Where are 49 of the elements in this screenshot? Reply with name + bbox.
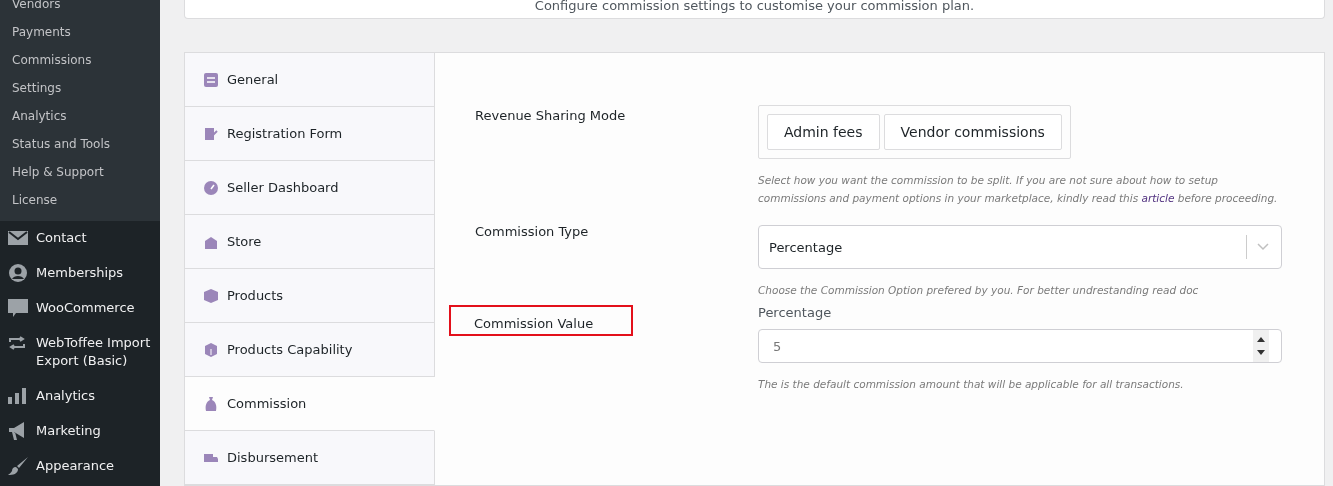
paintbrush-icon [8, 457, 28, 475]
settings-tab[interactable]: Products Capability [185, 323, 435, 377]
submenu-item[interactable]: Payments [0, 18, 160, 46]
field-label: Commission Type [475, 223, 589, 240]
settings-tab[interactable]: Registration Form [185, 107, 435, 161]
submenu-item[interactable]: Help & Support [0, 158, 160, 186]
settings-tab[interactable]: Products [185, 269, 435, 323]
help-text: Select how you want the commission to be split. If you are not sure about how to setup commissions and payment options in your marketplace, kindly read this article before proceeding. [758, 173, 1279, 206]
menu-item[interactable]: Analytics [0, 379, 160, 414]
menu-item[interactable]: WooCommerce [0, 291, 160, 326]
settings-tab[interactable]: Disbursement [185, 431, 435, 485]
number-input[interactable]: 5 [758, 329, 1282, 363]
tab-icon [204, 72, 218, 87]
menu-item[interactable]: Appearance [0, 449, 160, 484]
submenu-item[interactable]: Status and Tools [0, 130, 160, 158]
help-text: The is the default commission amount that will be applicable for all transactions. [758, 377, 1185, 392]
menu-item[interactable]: WebToffee Import Export (Basic) [0, 326, 160, 379]
spinner-arrows-icon [1253, 330, 1269, 362]
article-link[interactable]: article [1141, 192, 1175, 204]
tab-icon [204, 396, 218, 411]
tab-icon [204, 234, 218, 249]
field-label: Commission Value [451, 307, 632, 334]
input-label: Percentage [758, 305, 833, 320]
header-subtitle: Configure commission settings to customise your commission plan. [533, 0, 976, 13]
envelope-icon [8, 231, 28, 245]
settings-tab[interactable]: Store [185, 215, 435, 269]
tab-icon [204, 180, 218, 195]
settings-tab[interactable]: Seller Dashboard [185, 161, 435, 215]
submenu-item[interactable]: Settings [0, 74, 160, 102]
field-label: Revenue Sharing Mode [475, 107, 626, 124]
person-icon [8, 263, 28, 283]
help-text: Choose the Commission Option prefered by you. For better undrestanding read doc [758, 283, 1200, 298]
bar-chart-icon [8, 388, 26, 404]
submenu-item[interactable]: License [0, 186, 160, 214]
menu-item[interactable]: Marketing [0, 414, 160, 449]
tab-icon [204, 288, 218, 303]
submenu-item[interactable]: Analytics [0, 102, 160, 130]
menu-item[interactable]: Memberships [0, 256, 160, 291]
arrows-icon [8, 336, 26, 350]
submenu-item[interactable]: Commissions [0, 46, 160, 74]
mode-option-button[interactable]: Admin fees [767, 114, 880, 150]
menu-item[interactable]: Contact [0, 221, 160, 256]
chevron-down-icon [1257, 243, 1269, 251]
tab-icon [204, 126, 218, 141]
speech-bubble-icon [8, 299, 28, 317]
commission-type-select[interactable]: Percentage [758, 225, 1282, 269]
mode-option-button[interactable]: Vendor commissions [883, 114, 1062, 150]
settings-tab[interactable]: General [185, 53, 435, 107]
tab-icon [204, 342, 218, 357]
